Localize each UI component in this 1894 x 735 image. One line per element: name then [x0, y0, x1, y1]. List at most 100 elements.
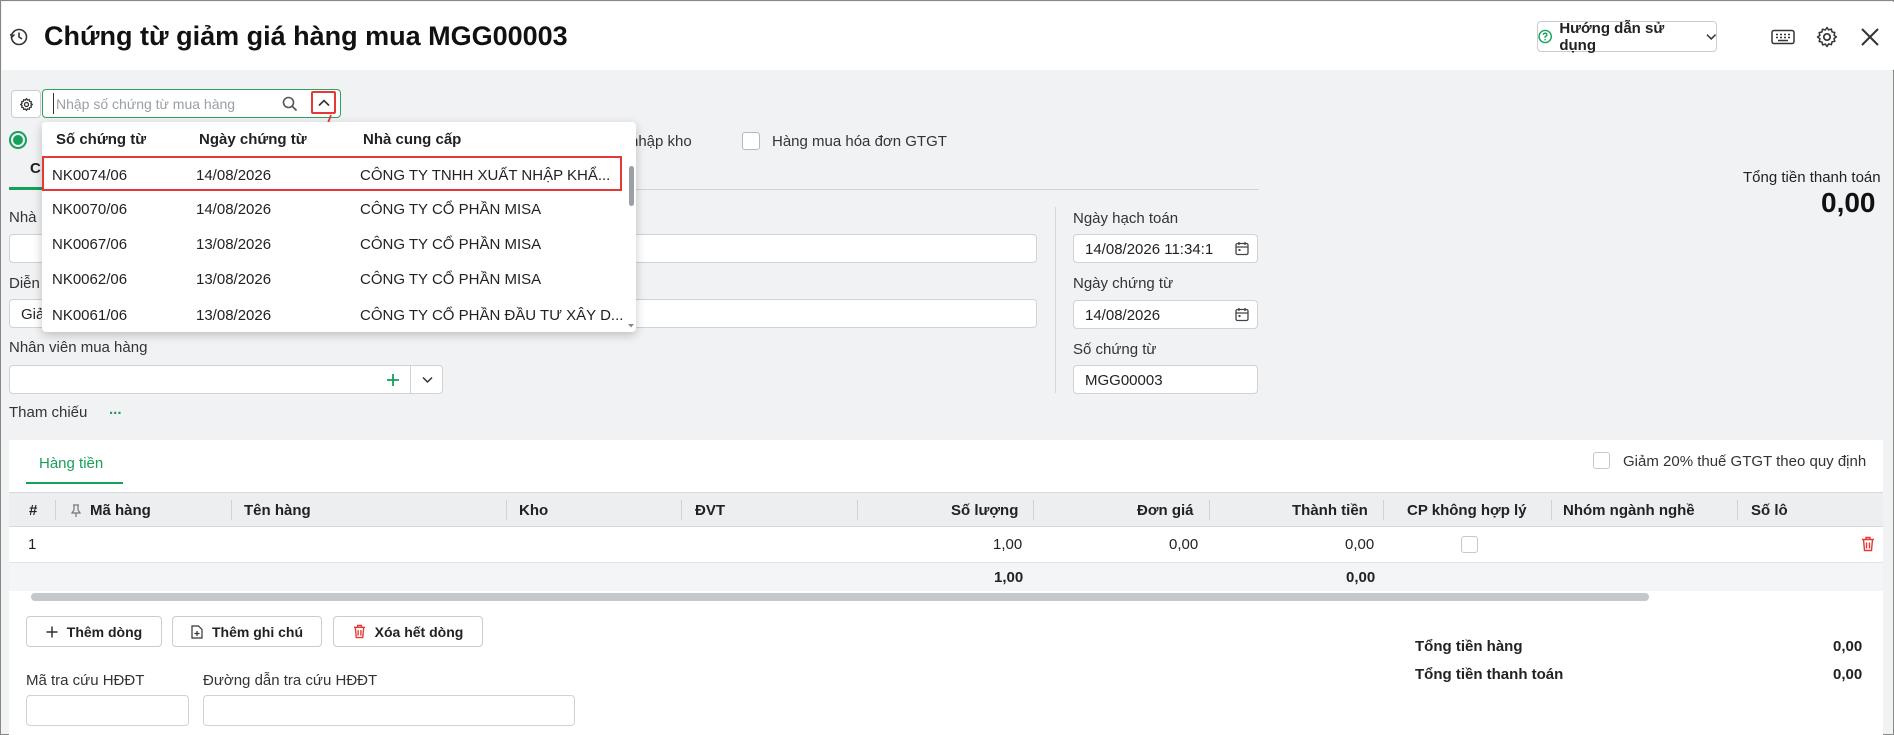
radio-option-selected[interactable] — [9, 131, 27, 149]
col-dvt: ĐVT — [695, 502, 725, 519]
dropdown-scrollbar[interactable] — [629, 166, 634, 206]
dropdown-row[interactable]: NK0062/06 13/08/2026 CÔNG TY CỔ PHẦN MIS… — [42, 262, 622, 297]
sum-row: 1,00 0,00 — [9, 563, 1883, 591]
col-so-lo: Số lô — [1751, 502, 1788, 519]
hoa-don-gtgt-label: Hàng mua hóa đơn GTGT — [772, 133, 947, 150]
col-so-luong: Số lượng — [951, 502, 1019, 519]
so-chung-tu-value: MGG00003 — [1085, 372, 1163, 389]
dd-ncc: CÔNG TY CỔ PHẦN MISA — [360, 201, 542, 218]
ngay-chung-tu-label: Ngày chứng từ — [1073, 275, 1174, 292]
col-don-gia: Đơn giá — [1137, 502, 1194, 519]
cp-khong-hop-ly-checkbox[interactable] — [1461, 536, 1478, 553]
tong-tien-hang-value: 0,00 — [1833, 638, 1863, 655]
ma-tra-cuu-field[interactable] — [26, 695, 189, 726]
purchase-voucher-dropdown: Số chứng từ Ngày chứng từ Nhà cung cấp N… — [42, 122, 636, 332]
option-nhap-kho-label: nhập kho — [630, 133, 692, 150]
horizontal-scrollbar[interactable] — [31, 593, 1649, 601]
search-box — [42, 89, 341, 118]
dropdown-row[interactable]: NK0070/06 14/08/2026 CÔNG TY CỔ PHẦN MIS… — [42, 192, 622, 227]
search-icon[interactable] — [282, 96, 298, 112]
col-separator — [1033, 500, 1034, 520]
dropdown-row[interactable]: NK0074/06 14/08/2026 CÔNG TY TNHH XUẤT N… — [42, 156, 622, 191]
dd-col-so-chung-tu: Số chứng từ — [56, 131, 147, 148]
delete-row-icon[interactable] — [1861, 536, 1875, 552]
col-ten-hang: Tên hàng — [244, 502, 311, 519]
gear-icon[interactable] — [1814, 24, 1840, 50]
giam-thue-checkbox[interactable] — [1593, 452, 1610, 469]
so-chung-tu-label: Số chứng từ — [1073, 341, 1157, 358]
col-ma-hang: Mã hàng — [90, 502, 151, 519]
col-thanh-tien: Thành tiền — [1292, 502, 1368, 519]
nhan-vien-label: Nhân viên mua hàng — [9, 339, 148, 356]
sum-thanh-tien: 0,00 — [1346, 569, 1376, 586]
field-separator — [410, 366, 411, 393]
dd-col-ngay-chung-tu: Ngày chứng từ — [199, 131, 307, 148]
dropdown-row[interactable]: NK0067/06 13/08/2026 CÔNG TY CỔ PHẦN MIS… — [42, 227, 622, 262]
add-row-button[interactable]: Thêm dòng — [26, 616, 162, 647]
dd-ncc: CÔNG TY CỔ PHẦN ĐẦU TƯ XÂY D... — [360, 307, 624, 324]
calendar-icon[interactable] — [1235, 307, 1249, 322]
add-icon[interactable] — [386, 373, 400, 387]
help-label: Hướng dẫn sử dụng — [1559, 19, 1665, 54]
nhan-vien-field[interactable] — [9, 365, 443, 394]
row-stt: 1 — [28, 536, 37, 553]
help-button[interactable]: Hướng dẫn sử dụng — [1537, 19, 1717, 54]
tham-chieu-more-link[interactable]: ... — [109, 401, 122, 418]
trash-icon — [353, 624, 365, 639]
ngay-hach-toan-field[interactable]: 14/08/2026 11:34:1 — [1073, 234, 1258, 263]
tong-thanh-toan-label: Tổng tiền thanh toán — [1415, 666, 1564, 683]
col-separator — [857, 500, 858, 520]
search-input[interactable] — [53, 93, 273, 114]
add-note-label: Thêm ghi chú — [212, 623, 303, 640]
col-separator — [681, 500, 682, 520]
giam-thue-label: Giảm 20% thuế GTGT theo quy định — [1623, 453, 1867, 470]
pin-icon[interactable] — [71, 504, 81, 518]
dd-so: NK0062/06 — [52, 271, 128, 288]
hoa-don-gtgt-checkbox[interactable] — [742, 132, 760, 150]
keyboard-icon[interactable] — [1770, 24, 1796, 50]
chevron-down-icon[interactable] — [422, 376, 433, 384]
search-settings-button[interactable] — [11, 90, 41, 118]
calendar-icon[interactable] — [1235, 241, 1249, 256]
ngay-hach-toan-value: 14/08/2026 11:34:1 — [1085, 241, 1214, 258]
delete-all-label: Xóa hết dòng — [374, 623, 464, 640]
dien-giai-value: Giả — [21, 306, 45, 323]
col-cp-khong-hop-ly: CP không hợp lý — [1407, 502, 1527, 519]
tong-tien-hang-label: Tổng tiền hàng — [1415, 638, 1523, 655]
ngay-chung-tu-field[interactable]: 14/08/2026 — [1073, 300, 1258, 329]
gear-icon — [19, 97, 33, 111]
duong-dan-field[interactable] — [203, 695, 575, 726]
col-separator — [55, 500, 56, 520]
col-separator — [1551, 500, 1552, 520]
col-separator — [1209, 500, 1210, 520]
dd-so: NK0067/06 — [52, 236, 128, 253]
scroll-down-icon[interactable] — [628, 324, 634, 328]
dropdown-row[interactable]: NK0061/06 13/08/2026 CÔNG TY CỔ PHẦN ĐẦU… — [42, 298, 624, 332]
col-separator — [1737, 500, 1738, 520]
dd-ncc: CÔNG TY CỔ PHẦN MISA — [360, 271, 542, 288]
row-so-luong[interactable]: 1,00 — [993, 536, 1022, 553]
window: Chứng từ giảm giá hàng mua MGG00003 Hướn… — [0, 0, 1894, 735]
delete-all-rows-button[interactable]: Xóa hết dòng — [333, 616, 483, 647]
dd-ngay: 14/08/2026 — [196, 167, 272, 184]
so-chung-tu-field[interactable]: MGG00003 — [1073, 365, 1258, 394]
history-icon[interactable] — [9, 27, 29, 47]
dd-so: NK0061/06 — [52, 307, 128, 324]
table-row[interactable]: 1 1,00 0,00 0,00 — [9, 527, 1883, 563]
close-icon[interactable] — [1857, 24, 1883, 50]
col-kho: Kho — [519, 502, 549, 519]
sum-so-luong: 1,00 — [994, 569, 1024, 586]
duong-dan-label: Đường dẫn tra cứu HĐĐT — [203, 672, 378, 689]
tab-chung-tu[interactable]: C — [30, 160, 41, 177]
question-icon — [1538, 29, 1552, 44]
dd-ngay: 13/08/2026 — [196, 236, 272, 253]
row-thanh-tien[interactable]: 0,00 — [1345, 536, 1374, 553]
col-separator — [506, 500, 507, 520]
collapse-dropdown-button[interactable] — [311, 91, 336, 114]
dd-so: NK0074/06 — [52, 167, 128, 184]
tab-hang-tien[interactable]: Hàng tiền — [39, 455, 103, 472]
add-row-label: Thêm dòng — [66, 623, 143, 640]
add-note-button[interactable]: Thêm ghi chú — [172, 616, 322, 647]
row-don-gia[interactable]: 0,00 — [1169, 536, 1198, 553]
dd-ngay: 13/08/2026 — [196, 307, 272, 324]
